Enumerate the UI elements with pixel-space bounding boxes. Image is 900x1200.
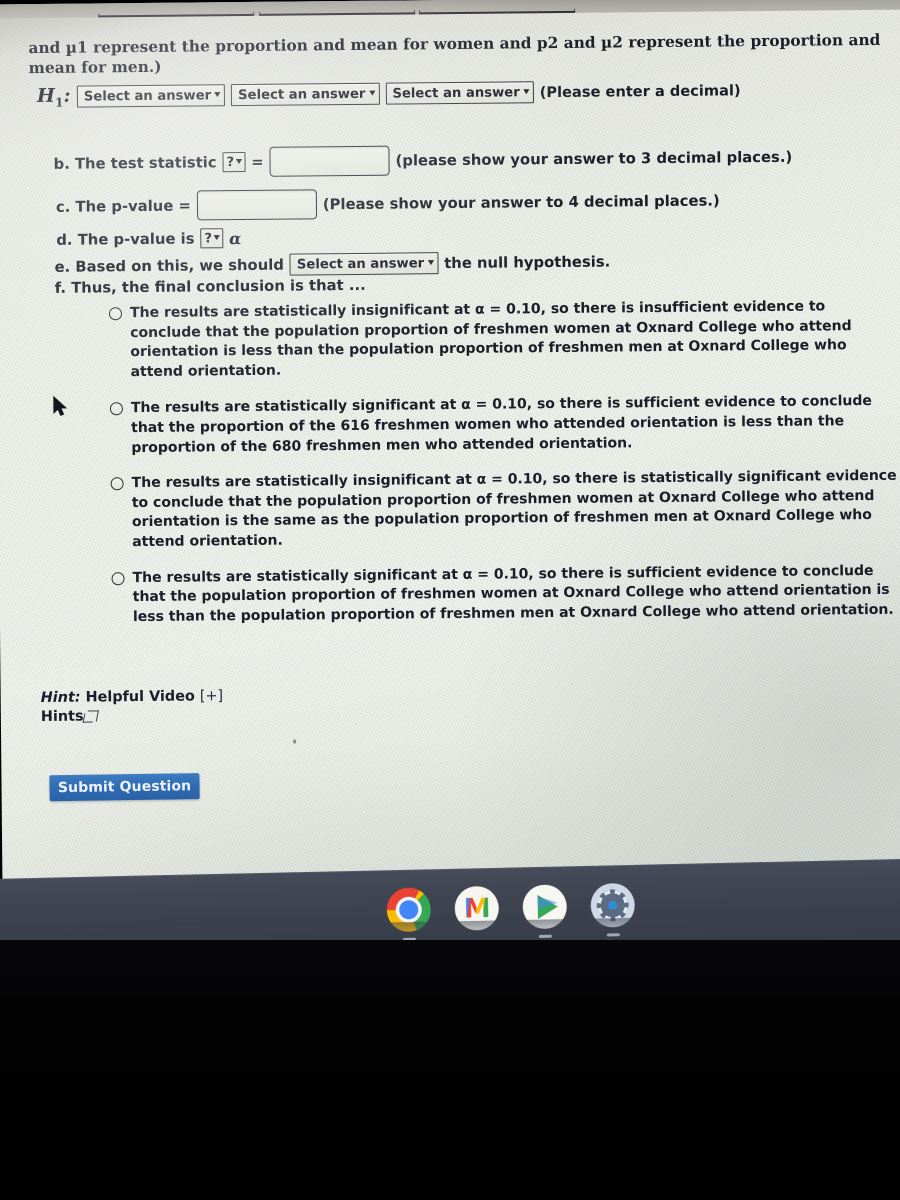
dark-background-below-screen bbox=[0, 940, 900, 1200]
conclusion-option-1[interactable]: The results are statistically insignific… bbox=[108, 297, 900, 383]
play-triangle bbox=[537, 894, 558, 919]
hint-line: Hint: Helpful Video [+] bbox=[41, 687, 224, 708]
h1-select-2-label: Select an answer bbox=[238, 86, 366, 103]
h1-select-2[interactable]: Select an answer ▾ bbox=[231, 83, 380, 107]
p-value-comparison-select-label: ? bbox=[204, 230, 213, 246]
chevron-down-icon: ▾ bbox=[368, 88, 376, 100]
conclusion-option-4[interactable]: The results are statistically significan… bbox=[111, 561, 900, 627]
conclusion-option-3-label: The results are statistically insignific… bbox=[131, 467, 897, 551]
h1-select-1[interactable]: Select an answer ▾ bbox=[76, 84, 226, 109]
step-e-label-after: the null hypothesis. bbox=[444, 253, 611, 272]
step-b-equals: = bbox=[251, 153, 264, 171]
p-value-input[interactable] bbox=[196, 189, 318, 221]
conclusion-options: The results are statistically insignific… bbox=[108, 297, 900, 645]
screen-speck bbox=[293, 739, 297, 744]
helpful-video-link[interactable]: Helpful Video bbox=[85, 689, 194, 706]
h1-label: H1: bbox=[36, 84, 71, 110]
conclusion-option-2[interactable]: The results are statistically significan… bbox=[109, 392, 900, 458]
alpha-symbol: α bbox=[228, 228, 242, 248]
hints-line[interactable]: Hints bbox=[41, 706, 224, 727]
step-c-row: c. The p-value = (Please show your answe… bbox=[56, 185, 720, 221]
external-link-icon bbox=[85, 710, 99, 722]
step-d-label: d. The p-value is bbox=[56, 229, 195, 249]
gmail-glyph: M bbox=[463, 892, 491, 925]
chevron-down-icon: ▾ bbox=[427, 257, 434, 269]
submit-question-label: Submit Question bbox=[57, 778, 192, 797]
step-b-note: (please show your answer to 3 decimal pl… bbox=[395, 148, 793, 170]
step-f-label: f. Thus, the final conclusion is that ..… bbox=[54, 276, 366, 297]
step-f-row: f. Thus, the final conclusion is that ..… bbox=[55, 277, 366, 297]
step-e-row: e. Based on this, we should Select an an… bbox=[54, 251, 610, 278]
hint-expander[interactable]: [+] bbox=[200, 688, 223, 704]
conclusion-option-2-label: The results are statistically significan… bbox=[130, 393, 872, 456]
h1-decimal-note: (Please enter a decimal) bbox=[539, 82, 741, 102]
radio-button-icon[interactable] bbox=[111, 571, 125, 585]
test-statistic-input[interactable] bbox=[269, 145, 390, 177]
radio-button-icon[interactable] bbox=[109, 402, 123, 416]
step-b-row: b. The test statistic ? ▾ = (please show… bbox=[53, 142, 792, 179]
question-content: and µ1 represent the proportion and mean… bbox=[0, 10, 900, 899]
step-e-label-before: e. Based on this, we should bbox=[54, 256, 284, 276]
test-statistic-select[interactable]: ? ▾ bbox=[222, 152, 246, 173]
test-statistic-select-label: ? bbox=[226, 154, 235, 170]
chevron-down-icon: ▾ bbox=[235, 156, 242, 168]
submit-question-button[interactable]: Submit Question bbox=[49, 773, 200, 802]
gear-glyph bbox=[600, 893, 625, 918]
alternative-hypothesis-row: H1: Select an answer ▾ Select an answer … bbox=[37, 78, 741, 110]
h1-select-1-label: Select an answer bbox=[83, 88, 212, 105]
h1-select-3-label: Select an answer bbox=[392, 85, 520, 102]
intro-paragraph: and µ1 represent the proportion and mean… bbox=[28, 31, 881, 77]
step-d-row: d. The p-value is ? ▾ α bbox=[56, 228, 241, 250]
step-b-label: b. The test statistic bbox=[53, 153, 217, 173]
conclusion-option-4-label: The results are statistically significan… bbox=[132, 562, 894, 625]
conclusion-option-1-label: The results are statistically insignific… bbox=[129, 298, 852, 380]
decision-select[interactable]: Select an answer ▾ bbox=[289, 252, 439, 276]
step-c-note: (Please show your answer to 4 decimal pl… bbox=[322, 191, 720, 213]
chevron-down-icon: ▾ bbox=[214, 89, 221, 101]
hint-block: Hint: Helpful Video [+] Hints bbox=[41, 687, 224, 727]
laptop-screen: and µ1 represent the proportion and mean… bbox=[0, 0, 900, 957]
hint-label: Hint: bbox=[40, 689, 81, 706]
chevron-down-icon: ▾ bbox=[523, 86, 530, 98]
hints-label: Hints bbox=[40, 708, 84, 725]
step-c-label: c. The p-value = bbox=[55, 197, 191, 216]
radio-button-icon[interactable] bbox=[108, 307, 123, 321]
conclusion-option-3[interactable]: The results are statistically insignific… bbox=[110, 467, 900, 553]
photographed-screen: and µ1 represent the proportion and mean… bbox=[0, 0, 900, 1200]
mouse-cursor-icon bbox=[53, 395, 68, 417]
h1-select-3[interactable]: Select an answer ▾ bbox=[385, 81, 534, 106]
p-value-comparison-select[interactable]: ? ▾ bbox=[200, 228, 224, 249]
chevron-down-icon: ▾ bbox=[213, 232, 220, 244]
radio-button-icon[interactable] bbox=[110, 477, 124, 491]
decision-select-label: Select an answer bbox=[296, 255, 425, 273]
